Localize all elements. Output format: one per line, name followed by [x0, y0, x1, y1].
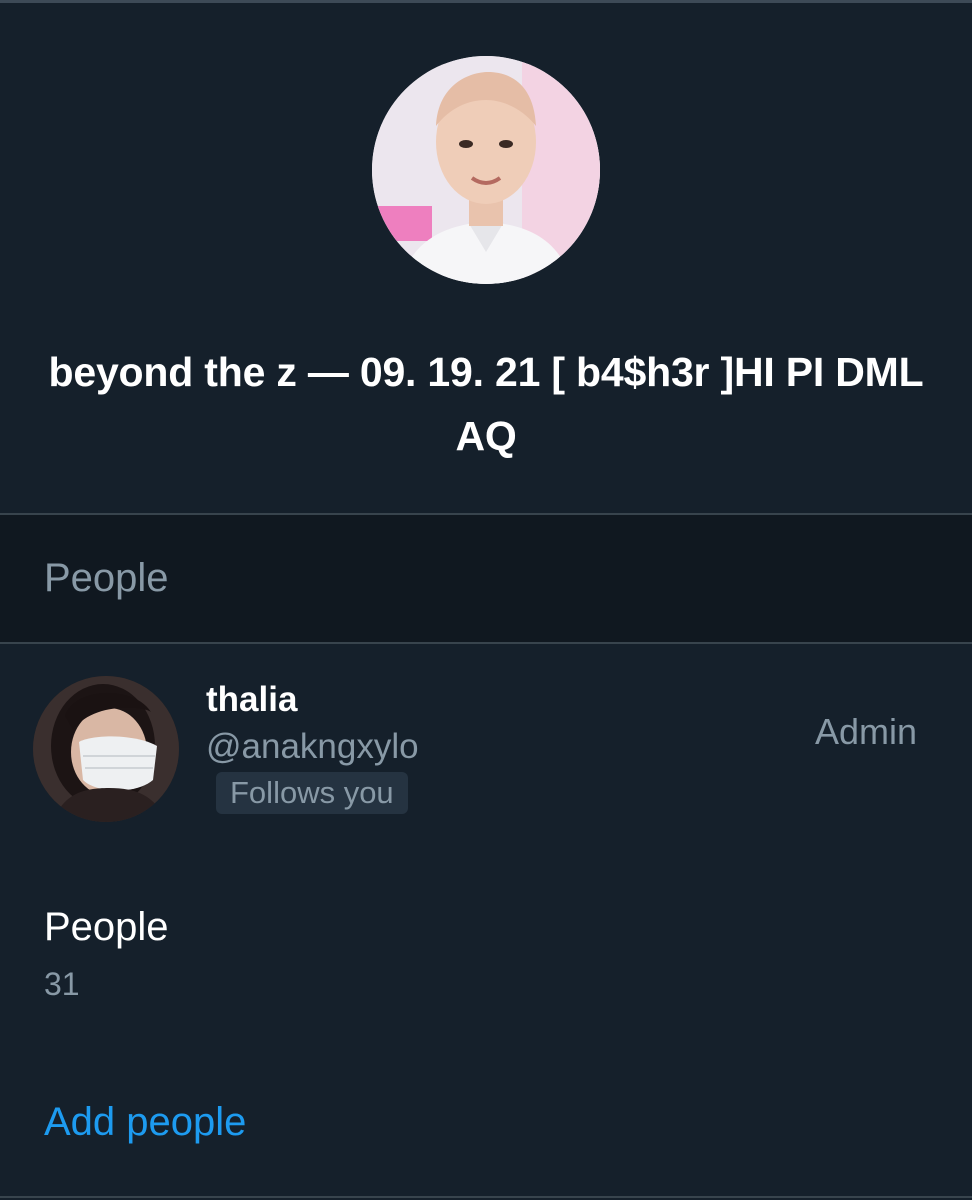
people-count-label: People — [44, 905, 169, 949]
bottom-divider — [0, 1196, 972, 1198]
group-avatar[interactable] — [372, 56, 600, 284]
member-handle: @anakngxylo — [206, 727, 419, 766]
add-people-button[interactable]: Add people — [44, 1100, 246, 1145]
people-count-value: 31 — [44, 966, 80, 1002]
section-divider — [0, 642, 972, 644]
group-avatar-image — [372, 56, 600, 284]
member-name[interactable]: thalia — [206, 680, 297, 720]
follows-you-badge: Follows you — [216, 772, 408, 814]
group-title: beyond the z — 09. 19. 21 [ b4$h3r ]HI P… — [48, 349, 924, 459]
people-section-title: People — [44, 556, 169, 600]
member-avatar[interactable] — [33, 676, 179, 822]
member-avatar-image — [33, 676, 179, 822]
member-role-badge: Admin — [814, 711, 917, 752]
